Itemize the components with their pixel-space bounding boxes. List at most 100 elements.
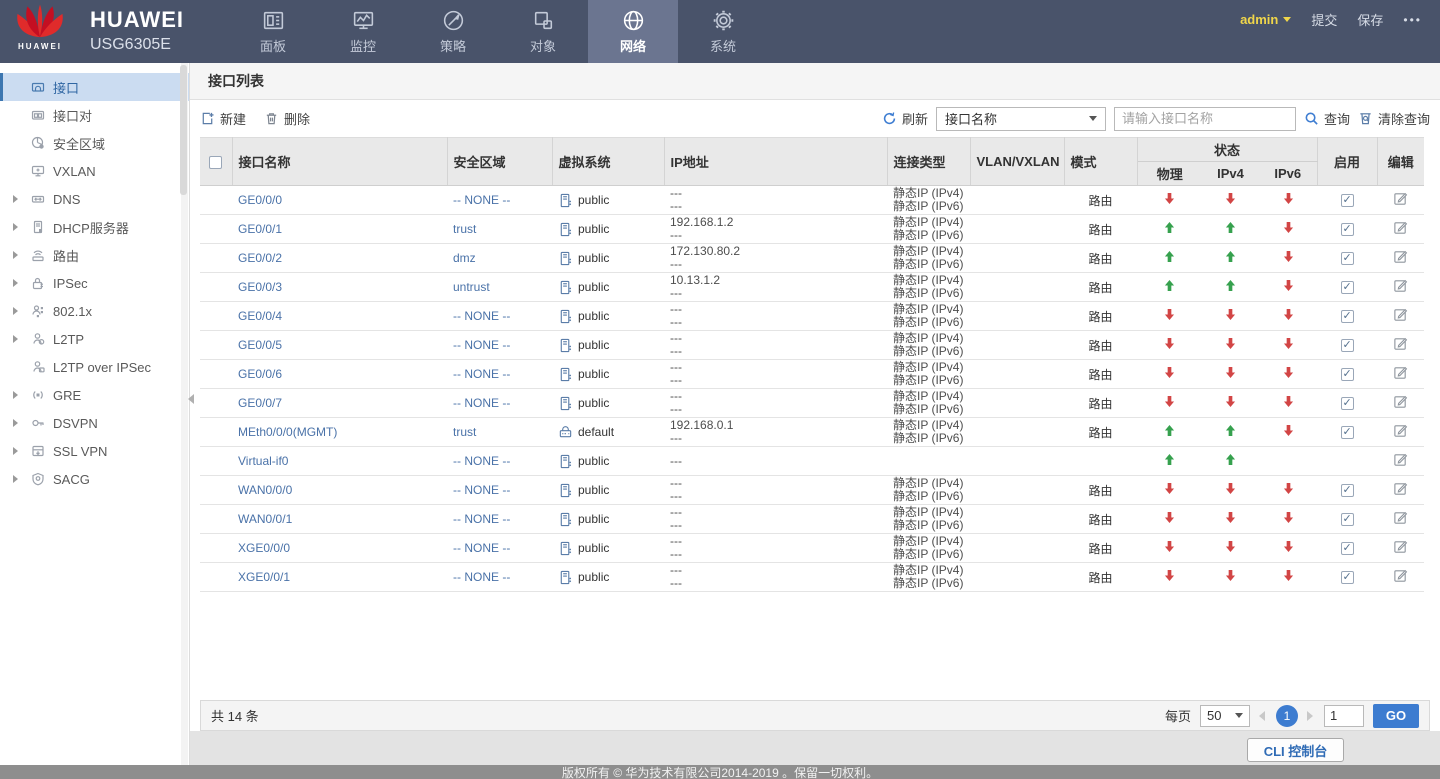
sidebar-item-interface-pair[interactable]: 接口对 xyxy=(0,101,189,129)
interface-link[interactable]: GE0/0/5 xyxy=(238,338,282,352)
nav-tab-object[interactable]: 对象 xyxy=(498,0,588,63)
sidebar-item-l2tp[interactable]: L2TP xyxy=(0,325,189,353)
zone-link[interactable]: -- NONE -- xyxy=(453,338,510,352)
enable-checkbox[interactable] xyxy=(1340,396,1354,411)
new-button[interactable]: 新建 xyxy=(200,109,246,128)
edit-icon[interactable] xyxy=(1393,394,1408,409)
enable-checkbox[interactable] xyxy=(1340,570,1354,585)
enable-checkbox[interactable] xyxy=(1340,193,1354,208)
filter-field-select[interactable]: 接口名称 xyxy=(935,106,1106,131)
sidebar-item-interface[interactable]: 接口 xyxy=(0,73,189,101)
nav-tab-policy[interactable]: 策略 xyxy=(408,0,498,63)
zone-link[interactable]: trust xyxy=(453,425,476,439)
edit-icon[interactable] xyxy=(1393,336,1408,351)
sidebar-item-security-zone[interactable]: 安全区域 xyxy=(0,129,189,157)
cli-console-button[interactable]: CLI 控制台 xyxy=(1247,738,1344,762)
zone-link[interactable]: -- NONE -- xyxy=(453,396,510,410)
zone-link[interactable]: dmz xyxy=(453,251,476,265)
edit-icon[interactable] xyxy=(1393,452,1408,467)
vsys-public-icon xyxy=(558,483,573,498)
enable-checkbox[interactable] xyxy=(1340,280,1354,295)
edit-icon[interactable] xyxy=(1393,191,1408,206)
refresh-button[interactable]: 刷新 xyxy=(882,109,928,128)
enable-checkbox[interactable] xyxy=(1340,483,1354,498)
interface-link[interactable]: Virtual-if0 xyxy=(238,454,288,468)
sidebar-item-ipsec[interactable]: IPSec xyxy=(0,269,189,297)
interface-link[interactable]: GE0/0/6 xyxy=(238,367,282,381)
sidebar-item-route[interactable]: 路由 xyxy=(0,241,189,269)
zone-link[interactable]: -- NONE -- xyxy=(453,367,510,381)
zone-link[interactable]: -- NONE -- xyxy=(453,309,510,323)
edit-icon[interactable] xyxy=(1393,510,1408,525)
enable-checkbox[interactable] xyxy=(1340,222,1354,237)
go-button[interactable]: GO xyxy=(1373,703,1419,728)
sidebar-item-ssl-vpn[interactable]: SSL VPN xyxy=(0,437,189,465)
nav-tab-network[interactable]: 网络 xyxy=(588,0,678,63)
save-button[interactable]: 保存 xyxy=(1357,10,1383,29)
nav-tab-monitor[interactable]: 监控 xyxy=(318,0,408,63)
sidebar-item-dns[interactable]: DNS xyxy=(0,185,189,213)
sidebar-item-sacg[interactable]: SACG xyxy=(0,465,189,493)
enable-checkbox[interactable] xyxy=(1340,338,1354,353)
zone-link[interactable]: trust xyxy=(453,222,476,236)
edit-icon[interactable] xyxy=(1393,249,1408,264)
zone-link[interactable]: -- NONE -- xyxy=(453,570,510,584)
interface-link[interactable]: GE0/0/4 xyxy=(238,309,282,323)
edit-icon[interactable] xyxy=(1393,481,1408,496)
mode-cell: 路由 xyxy=(1064,185,1137,215)
sidebar-item-dhcp-server[interactable]: DHCP服务器 xyxy=(0,213,189,241)
sidebar-item-dsvpn[interactable]: DSVPN xyxy=(0,409,189,437)
interface-link[interactable]: MEth0/0/0(MGMT) xyxy=(238,425,337,439)
interface-link[interactable]: GE0/0/3 xyxy=(238,280,282,294)
edit-icon[interactable] xyxy=(1393,220,1408,235)
interface-link[interactable]: GE0/0/7 xyxy=(238,396,282,410)
sidebar-item-l2tp-over-ipsec[interactable]: L2TP over IPSec xyxy=(0,353,189,381)
sidebar-item-dot1x[interactable]: 802.1x xyxy=(0,297,189,325)
enable-checkbox[interactable] xyxy=(1340,425,1354,440)
interface-link[interactable]: XGE0/0/0 xyxy=(238,541,290,555)
nav-tab-dashboard[interactable]: 面板 xyxy=(228,0,318,63)
interface-link[interactable]: XGE0/0/1 xyxy=(238,570,290,584)
edit-icon[interactable] xyxy=(1393,365,1408,380)
goto-page-input[interactable] xyxy=(1324,704,1364,727)
zone-link[interactable]: -- NONE -- xyxy=(453,512,510,526)
zone-link[interactable]: -- NONE -- xyxy=(453,483,510,497)
submit-button[interactable]: 提交 xyxy=(1311,10,1337,29)
sidebar-scrollbar-thumb[interactable] xyxy=(180,65,187,195)
query-button[interactable]: 查询 xyxy=(1304,109,1350,128)
clear-query-button[interactable]: 清除查询 xyxy=(1358,109,1430,128)
enable-checkbox[interactable] xyxy=(1340,541,1354,556)
enable-checkbox[interactable] xyxy=(1340,512,1354,527)
sidebar-item-vxlan[interactable]: VXLAN xyxy=(0,157,189,185)
edit-icon[interactable] xyxy=(1393,278,1408,293)
select-all-checkbox[interactable] xyxy=(209,156,223,170)
enable-checkbox[interactable] xyxy=(1340,367,1354,382)
zone-link[interactable]: -- NONE -- xyxy=(453,541,510,555)
edit-icon[interactable] xyxy=(1393,307,1408,322)
zone-link[interactable]: -- NONE -- xyxy=(453,454,510,468)
zone-link[interactable]: untrust xyxy=(453,280,490,294)
search-input[interactable] xyxy=(1113,106,1296,131)
sidebar-item-gre[interactable]: GRE xyxy=(0,381,189,409)
next-page-icon[interactable] xyxy=(1307,710,1315,722)
prev-page-icon[interactable] xyxy=(1259,710,1267,722)
enable-checkbox[interactable] xyxy=(1340,309,1354,324)
interface-name-cell: GE0/0/4 xyxy=(232,301,447,331)
interface-link[interactable]: WAN0/0/1 xyxy=(238,512,292,526)
interface-link[interactable]: WAN0/0/0 xyxy=(238,483,292,497)
delete-button[interactable]: 删除 xyxy=(264,109,310,128)
more-menu-icon[interactable]: ••• xyxy=(1403,13,1422,27)
sidebar-collapse-handle[interactable] xyxy=(186,388,196,410)
interface-link[interactable]: GE0/0/1 xyxy=(238,222,282,236)
user-menu[interactable]: admin xyxy=(1240,12,1292,27)
interface-link[interactable]: GE0/0/2 xyxy=(238,251,282,265)
edit-icon[interactable] xyxy=(1393,423,1408,438)
current-page-badge[interactable]: 1 xyxy=(1276,704,1298,727)
enable-checkbox[interactable] xyxy=(1340,251,1354,266)
nav-tab-system[interactable]: 系统 xyxy=(678,0,768,63)
zone-link[interactable]: -- NONE -- xyxy=(453,193,510,207)
edit-icon[interactable] xyxy=(1393,568,1408,583)
per-page-select[interactable]: 50 xyxy=(1200,704,1250,727)
interface-link[interactable]: GE0/0/0 xyxy=(238,193,282,207)
edit-icon[interactable] xyxy=(1393,539,1408,554)
